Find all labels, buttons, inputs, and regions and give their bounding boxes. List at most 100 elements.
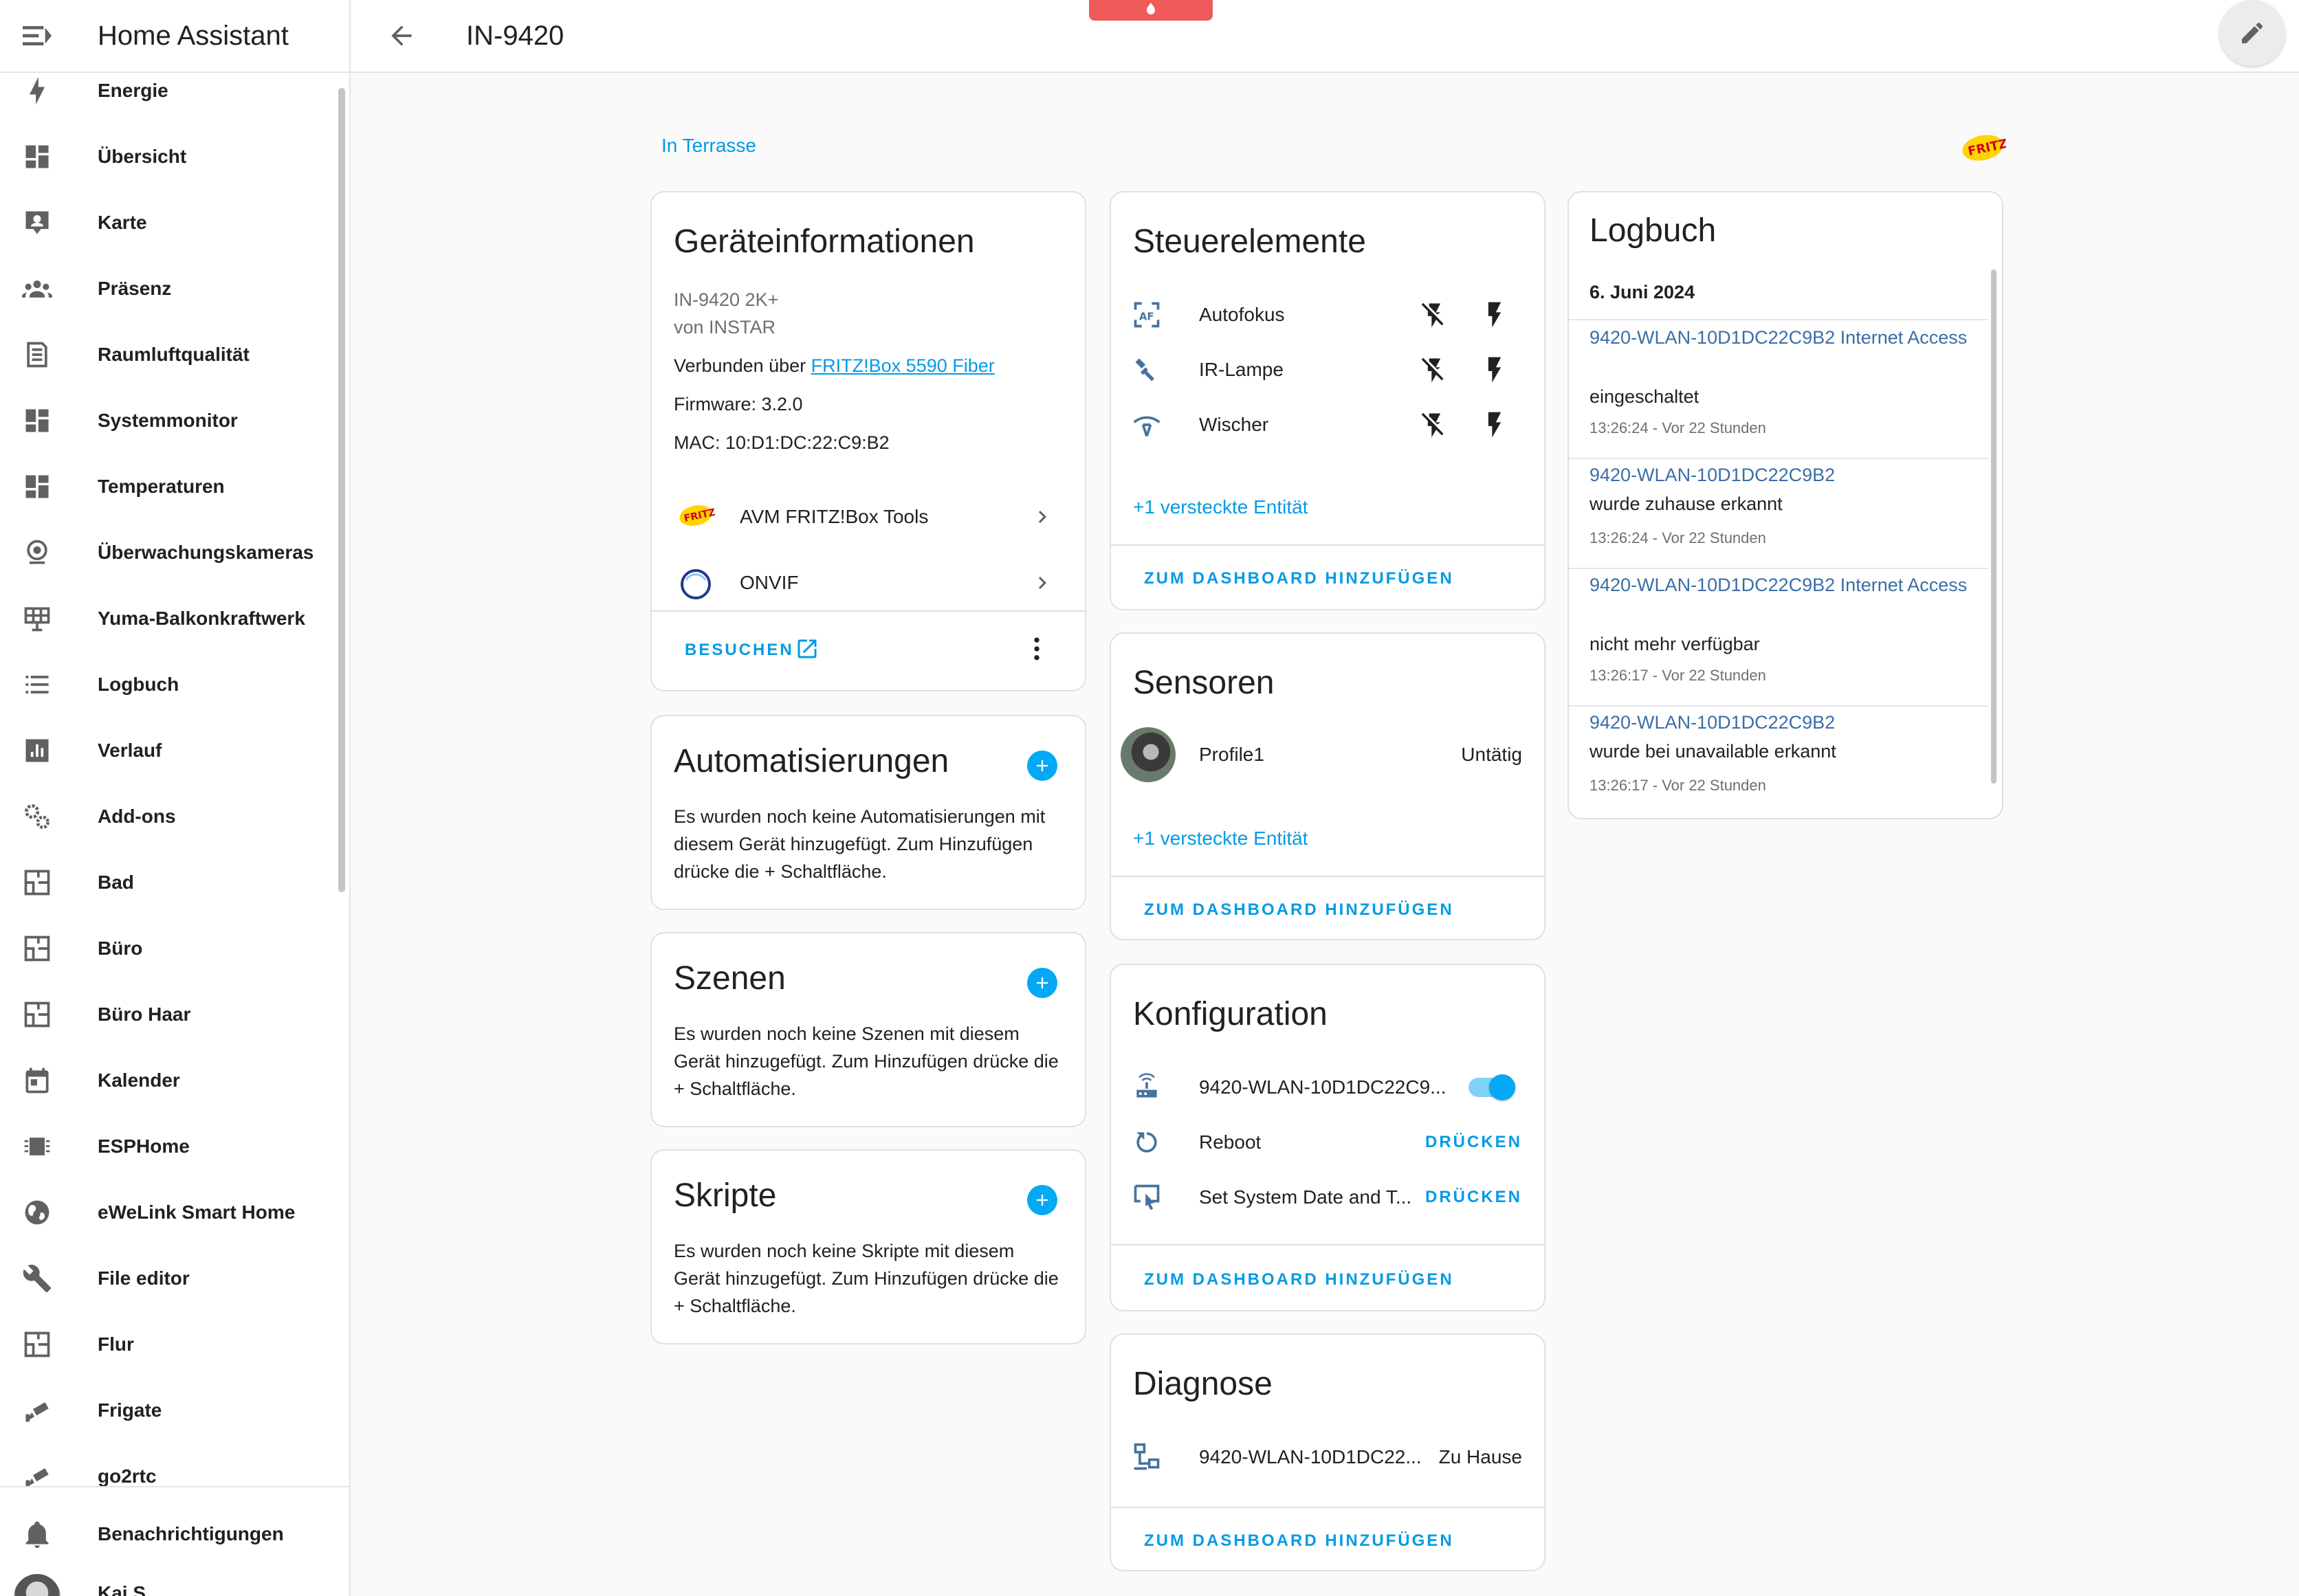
sidebar-item-label: Kalender [98,1069,180,1091]
logbook-scrollbar[interactable] [1991,269,1996,784]
sidebar-item-raumluftqualitaet[interactable]: Raumluftqualität [0,322,341,388]
logbook-entity-link[interactable]: 9420-WLAN-10D1DC22C9B2 Internet Access [1590,323,1974,352]
camera-thumbnail-icon [1121,727,1176,782]
config-label: 9420-WLAN-10D1DC22C9... [1199,1076,1446,1098]
sidebar-item-karte[interactable]: Karte [0,190,341,256]
sidebar-item-buero[interactable]: Büro [0,916,341,982]
sidebar-item-kalender[interactable]: Kalender [0,1048,341,1113]
cctv-icon [22,1395,52,1426]
logbook-message: eingeschaltet [1590,386,1700,407]
sidebar-item-logbuch[interactable]: Logbuch [0,652,341,718]
menu-toggle-icon[interactable] [18,16,56,55]
sidebar-item-ueberwachungskameras[interactable]: Überwachungskameras [0,520,341,586]
add-to-dashboard-button[interactable]: ZUM DASHBOARD HINZUFÜGEN [1144,569,1454,588]
logbook-separator [1569,568,1988,569]
toggle-switch[interactable] [1468,1074,1515,1100]
sidebar-item-label: Systemmonitor [98,410,238,431]
press-button[interactable]: DRÜCKEN [1425,1170,1522,1225]
notifications-button[interactable]: Benachrichtigungen [0,1501,348,1567]
control-row-autofokus: AF Autofokus [1111,287,1544,342]
logbook-entry: 9420-WLAN-10D1DC22C9B2 wurde zuhause erk… [1569,461,1988,568]
logbook-entity-link[interactable]: 9420-WLAN-10D1DC22C9B2 [1590,461,1974,489]
chevron-right-icon [1030,570,1055,595]
sidebar-item-praesenz[interactable]: Präsenz [0,256,341,322]
sidebar-item-label: Verlauf [98,740,162,761]
scenes-card: Szenen Es wurden noch keine Szenen mit d… [650,932,1086,1127]
restart-icon [1132,1127,1162,1157]
onvif-logo-icon [679,568,711,599]
hidden-entities-link[interactable]: +1 versteckte Entität [1133,828,1308,850]
logbook-timestamp: 13:26:24 - Vor 22 Stunden [1590,529,1766,546]
integration-row-onvif[interactable]: ONVIF [652,550,1085,616]
add-automation-button[interactable] [1027,751,1057,781]
arrow-back-icon[interactable] [380,14,424,58]
logbook-separator [1569,705,1988,707]
card-title: Szenen [674,960,786,997]
flash-icon[interactable] [1480,300,1510,330]
restart-required-banner[interactable] [1089,0,1213,21]
sidebar-item-file-editor[interactable]: File editor [0,1245,341,1311]
sensor-row-profile1[interactable]: Profile1 Untätig [1111,722,1544,788]
cogs-icon [22,801,52,832]
card-title: Skripte [674,1177,777,1214]
sensor-value: Untätig [1461,744,1522,765]
press-button[interactable]: DRÜCKEN [1425,1115,1522,1170]
logbook-entity-link[interactable]: 9420-WLAN-10D1DC22C9B2 Internet Access [1590,570,1974,599]
sidebar-item-ewelink[interactable]: eWeLink Smart Home [0,1179,341,1245]
sidebar-item-add-ons[interactable]: Add-ons [0,784,341,850]
map-marker-icon [22,208,52,238]
logbook-timestamp: 13:26:17 - Vor 22 Stunden [1590,777,1766,794]
diagnostic-row-wlan[interactable]: 9420-WLAN-10D1DC22... Zu Hause [1111,1430,1544,1485]
flash-icon[interactable] [1480,410,1510,440]
sidebar-item-flur[interactable]: Flur [0,1311,341,1377]
sidebar-item-label: eWeLink Smart Home [98,1201,296,1223]
area-link[interactable]: In Terrasse [661,135,756,157]
mac-address: MAC: 10:D1:DC:22:C9:B2 [674,432,890,453]
connected-via-link[interactable]: FRITZ!Box 5590 Fiber [811,355,995,376]
sensor-label: Profile1 [1199,744,1264,765]
flash-off-icon[interactable] [1419,300,1449,330]
logbook-entity-link[interactable]: 9420-WLAN-10D1DC22C9B2 [1590,708,1974,737]
sidebar-item-uebersicht[interactable]: Übersicht [0,124,341,190]
sidebar-nav: Energie Übersicht Karte Präsenz Raumluft… [0,73,341,1486]
flash-icon[interactable] [1480,355,1510,385]
user-avatar[interactable] [14,1574,60,1596]
integration-row-fritzbox[interactable]: FRITZ! AVM FRITZ!Box Tools [652,484,1085,550]
sidebar-item-yuma-balkonkraftwerk[interactable]: Yuma-Balkonkraftwerk [0,586,341,652]
open-in-new-icon[interactable] [795,636,820,661]
pencil-icon[interactable] [2219,0,2285,66]
sidebar-item-temperaturen[interactable]: Temperaturen [0,454,341,520]
automations-card: Automatisierungen Es wurden noch keine A… [650,715,1086,910]
logbook-message: wurde bei unavailable erkannt [1590,741,1836,762]
floor-plan-icon [22,867,52,898]
chevron-right-icon [1030,505,1055,529]
hidden-entities-link[interactable]: +1 versteckte Entität [1133,496,1308,518]
sidebar-item-esphome[interactable]: ESPHome [0,1113,341,1179]
sidebar-item-buero-haar[interactable]: Büro Haar [0,982,341,1048]
sidebar-scrollbar[interactable] [338,88,345,892]
card-title: Konfiguration [1133,996,1328,1032]
add-to-dashboard-button[interactable]: ZUM DASHBOARD HINZUFÜGEN [1144,900,1454,920]
card-title: Geräteinformationen [674,223,975,260]
diagnostics-card: Diagnose 9420-WLAN-10D1DC22... Zu Hause … [1110,1333,1546,1571]
sidebar-item-energie[interactable]: Energie [0,73,341,124]
flash-off-icon[interactable] [1419,410,1449,440]
sidebar-item-label: Flur [98,1333,134,1355]
visit-device-button[interactable]: BESUCHEN [685,641,794,660]
sidebar-item-systemmonitor[interactable]: Systemmonitor [0,388,341,454]
user-name[interactable]: Kai S. [98,1582,151,1596]
add-scene-button[interactable] [1027,968,1057,998]
sidebar-item-frigate[interactable]: Frigate [0,1377,341,1443]
add-to-dashboard-button[interactable]: ZUM DASHBOARD HINZUFÜGEN [1144,1531,1454,1551]
lightning-bolt-icon [22,76,52,106]
sidebar-item-bad[interactable]: Bad [0,850,341,916]
add-script-button[interactable] [1027,1185,1057,1215]
floor-plan-icon [22,999,52,1030]
add-to-dashboard-button[interactable]: ZUM DASHBOARD HINZUFÜGEN [1144,1270,1454,1289]
sidebar-item-verlauf[interactable]: Verlauf [0,718,341,784]
flash-off-icon[interactable] [1419,355,1449,385]
card-divider [652,610,1085,612]
floor-plan-icon [22,933,52,964]
sidebar-item-go2rtc[interactable]: go2rtc [0,1443,341,1486]
more-vertical-icon[interactable] [1022,634,1052,664]
